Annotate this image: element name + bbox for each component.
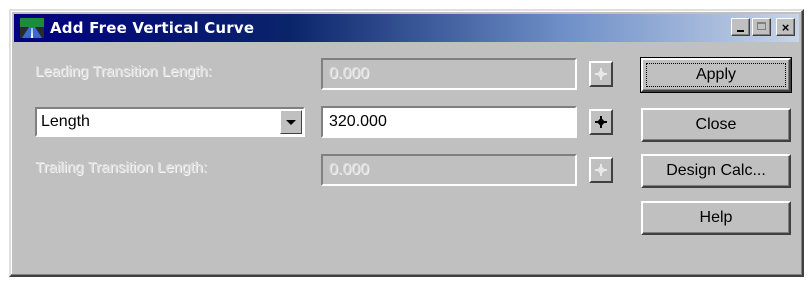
leading-transition-field: 0.000 bbox=[321, 58, 577, 90]
window-title: Add Free Vertical Curve bbox=[50, 19, 255, 37]
trailing-transition-field: 0.000 bbox=[321, 154, 577, 186]
leading-pick-button bbox=[589, 61, 613, 87]
curve-length-pick-button[interactable] bbox=[589, 109, 613, 135]
trailing-transition-label: Trailing Transition Length: bbox=[35, 159, 208, 176]
maximize-button[interactable] bbox=[752, 18, 771, 36]
curve-parameter-value: Length bbox=[41, 113, 90, 130]
chevron-down-icon bbox=[286, 119, 296, 125]
curve-parameter-select[interactable]: Length bbox=[35, 107, 305, 137]
close-icon: × bbox=[781, 19, 790, 35]
road-perspective-icon bbox=[20, 18, 44, 38]
close-button[interactable]: Close bbox=[641, 108, 791, 142]
window-controls: × bbox=[731, 18, 795, 36]
curve-length-input[interactable]: 320.000 bbox=[321, 106, 577, 138]
close-window-button[interactable]: × bbox=[776, 18, 795, 36]
minimize-icon bbox=[737, 30, 744, 32]
dialog-window: Add Free Vertical Curve × Leading Transi… bbox=[9, 9, 804, 277]
design-calc-button[interactable]: Design Calc... bbox=[641, 154, 791, 188]
crosshair-icon bbox=[595, 116, 607, 128]
title-bar[interactable]: Add Free Vertical Curve × bbox=[14, 14, 799, 42]
minimize-button[interactable] bbox=[731, 18, 750, 36]
crosshair-icon bbox=[595, 164, 607, 176]
leading-transition-label: Leading Transition Length: bbox=[35, 63, 212, 80]
crosshair-icon bbox=[595, 68, 607, 80]
trailing-pick-button bbox=[589, 157, 613, 183]
help-button[interactable]: Help bbox=[641, 201, 791, 235]
maximize-icon bbox=[757, 22, 766, 30]
dropdown-arrow-button[interactable] bbox=[280, 110, 302, 134]
apply-button[interactable]: Apply bbox=[640, 57, 792, 93]
